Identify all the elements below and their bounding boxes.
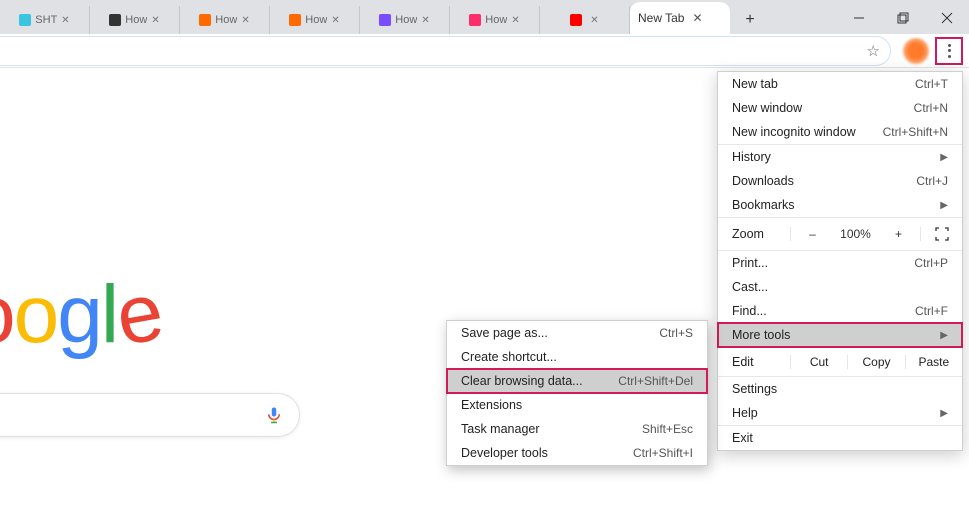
menu-item-incognito[interactable]: New incognito windowCtrl+Shift+N [718, 120, 962, 144]
tab-close-icon[interactable]: ✕ [331, 15, 339, 26]
minimize-button[interactable] [837, 2, 881, 34]
favicon [570, 14, 582, 26]
tab-close-icon[interactable]: ✕ [151, 15, 159, 26]
edit-copy-button[interactable]: Copy [847, 355, 904, 369]
menu-item-more-tools[interactable]: More tools▶ [718, 323, 962, 347]
tab-close-icon[interactable]: ✕ [692, 11, 702, 25]
favicon [19, 14, 31, 26]
background-tab[interactable]: How ✕ [360, 6, 450, 34]
tab-strip: SHT ✕ How ✕ How ✕ How ✕ How ✕ How ✕ ✕ New Tab … [0, 0, 969, 34]
tab-label: New Tab [638, 11, 684, 25]
tab-label: How [215, 14, 237, 26]
edit-label: Edit [718, 355, 790, 369]
menu-item-settings[interactable]: Settings [718, 377, 962, 401]
tab-close-icon[interactable]: ✕ [590, 15, 598, 26]
favicon [379, 14, 391, 26]
submenu-item-developer-tools[interactable]: Developer toolsCtrl+Shift+I [447, 441, 707, 465]
chrome-menu-button[interactable] [935, 37, 963, 65]
window-controls [837, 2, 969, 34]
submenu-item-create-shortcut[interactable]: Create shortcut... [447, 345, 707, 369]
new-tab-button[interactable]: + [736, 6, 764, 34]
menu-item-cast[interactable]: Cast... [718, 275, 962, 299]
tab-close-icon[interactable]: ✕ [61, 15, 69, 26]
active-tab[interactable]: New Tab ✕ [630, 2, 730, 34]
chevron-right-icon: ▶ [940, 408, 948, 419]
favicon [469, 14, 481, 26]
search-box[interactable] [0, 393, 300, 437]
menu-item-edit: Edit Cut Copy Paste [718, 348, 962, 376]
kebab-icon [948, 44, 951, 58]
menu-item-print[interactable]: Print...Ctrl+P [718, 251, 962, 275]
submenu-item-save-page[interactable]: Save page as...Ctrl+S [447, 321, 707, 345]
menu-item-find[interactable]: Find...Ctrl+F [718, 299, 962, 323]
address-bar[interactable]: ☆ [0, 36, 891, 66]
submenu-item-task-manager[interactable]: Task managerShift+Esc [447, 417, 707, 441]
chevron-right-icon: ▶ [940, 330, 948, 341]
menu-item-history[interactable]: History▶ [718, 145, 962, 169]
tab-label: How [485, 14, 507, 26]
menu-item-zoom: Zoom – 100% + [718, 218, 962, 250]
menu-item-bookmarks[interactable]: Bookmarks▶ [718, 193, 962, 217]
more-tools-submenu: Save page as...Ctrl+S Create shortcut...… [446, 320, 708, 466]
bookmark-star-icon[interactable]: ☆ [867, 42, 880, 60]
toolbar: ☆ [0, 34, 969, 68]
tab-label: How [125, 14, 147, 26]
close-window-button[interactable] [925, 2, 969, 34]
background-tab[interactable]: ✕ [540, 6, 630, 34]
submenu-item-extensions[interactable]: Extensions [447, 393, 707, 417]
zoom-in-button[interactable]: + [877, 227, 920, 241]
chevron-right-icon: ▶ [940, 152, 948, 163]
menu-item-downloads[interactable]: DownloadsCtrl+J [718, 169, 962, 193]
favicon [289, 14, 301, 26]
edit-cut-button[interactable]: Cut [790, 355, 847, 369]
background-tab[interactable]: How ✕ [270, 6, 360, 34]
tab-label: SHT [35, 14, 57, 26]
tab-close-icon[interactable]: ✕ [241, 15, 249, 26]
tab-label: How [395, 14, 417, 26]
fullscreen-icon [935, 227, 949, 241]
tab-close-icon[interactable]: ✕ [511, 15, 519, 26]
chrome-menu: New tabCtrl+T New windowCtrl+N New incog… [717, 71, 963, 451]
favicon [109, 14, 121, 26]
tab-close-icon[interactable]: ✕ [421, 15, 429, 26]
zoom-label: Zoom [718, 227, 790, 241]
edit-paste-button[interactable]: Paste [905, 355, 962, 369]
menu-item-new-tab[interactable]: New tabCtrl+T [718, 72, 962, 96]
background-tab[interactable]: How ✕ [90, 6, 180, 34]
submenu-item-clear-browsing-data[interactable]: Clear browsing data...Ctrl+Shift+Del [447, 369, 707, 393]
favicon [199, 14, 211, 26]
background-tab[interactable]: How ✕ [450, 6, 540, 34]
microphone-icon[interactable] [265, 404, 283, 426]
menu-item-exit[interactable]: Exit [718, 426, 962, 450]
chevron-right-icon: ▶ [940, 200, 948, 211]
zoom-value: 100% [834, 227, 877, 241]
tab-label: How [305, 14, 327, 26]
background-tab[interactable]: How ✕ [180, 6, 270, 34]
profile-avatar[interactable] [903, 38, 929, 64]
zoom-out-button[interactable]: – [791, 227, 834, 241]
maximize-button[interactable] [881, 2, 925, 34]
background-tab[interactable]: SHT ✕ [0, 6, 90, 34]
google-logo: oogle [0, 268, 161, 362]
menu-item-help[interactable]: Help▶ [718, 401, 962, 425]
fullscreen-button[interactable] [920, 227, 962, 241]
menu-item-new-window[interactable]: New windowCtrl+N [718, 96, 962, 120]
